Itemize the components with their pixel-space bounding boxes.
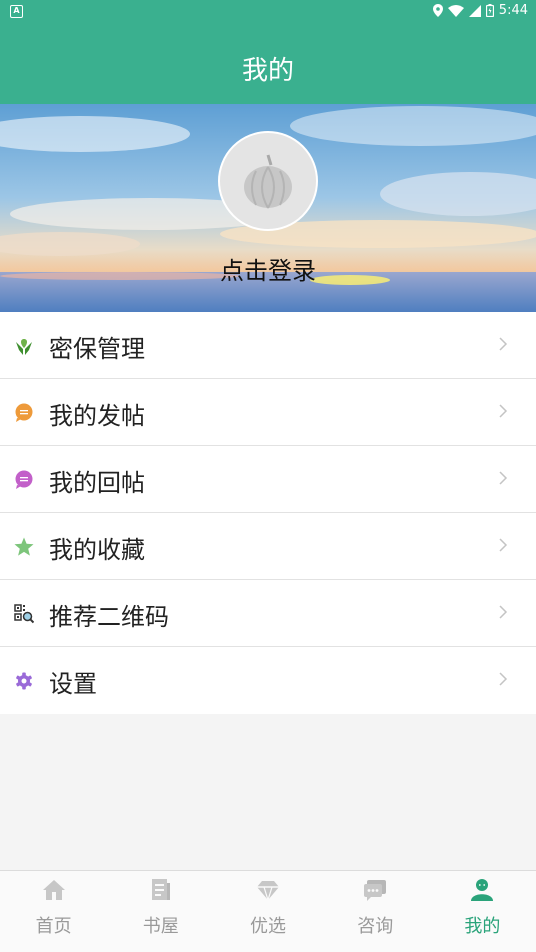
- status-bar: A 5:44: [0, 0, 536, 24]
- menu-item-label: 密保管理: [49, 335, 145, 363]
- star-icon: [14, 537, 34, 556]
- app-bar: 我的: [0, 24, 536, 104]
- menu-item-label: 我的发帖: [49, 402, 145, 430]
- menu-item-favorites[interactable]: 我的收藏: [0, 513, 536, 580]
- qrcode-icon: [14, 604, 34, 624]
- wifi-icon: [447, 4, 464, 17]
- chevron-right-icon: [499, 538, 508, 552]
- menu-item-my-posts[interactable]: 我的发帖: [0, 379, 536, 446]
- nav-label: 首页: [35, 916, 72, 937]
- nav-item-mine[interactable]: 我的: [429, 871, 536, 952]
- chat-icon: [364, 880, 387, 901]
- reply-bubble-icon: [15, 470, 33, 489]
- bottom-nav: 首页 书屋 优选 咨询 我的: [0, 870, 536, 952]
- menu-list: 密保管理 我的发帖 我的回帖 我的收藏 推荐二维码 设置: [0, 312, 536, 714]
- security-hands-icon: [16, 339, 32, 355]
- nav-label: 我的: [464, 916, 501, 937]
- chevron-right-icon: [499, 404, 508, 418]
- nav-item-home[interactable]: 首页: [0, 871, 107, 952]
- clock: 5:44: [498, 3, 528, 18]
- nav-label: 咨询: [357, 916, 394, 937]
- gear-icon: [16, 672, 32, 690]
- nav-item-featured[interactable]: 优选: [214, 871, 321, 952]
- chevron-right-icon: [499, 337, 508, 351]
- menu-item-label: 我的回帖: [49, 469, 145, 497]
- person-icon: [471, 879, 494, 901]
- notification-a-icon: A: [10, 5, 23, 18]
- menu-item-label: 设置: [49, 670, 97, 698]
- chevron-right-icon: [499, 605, 508, 619]
- nav-label: 书屋: [142, 916, 179, 937]
- nav-label: 优选: [250, 916, 286, 937]
- menu-item-security[interactable]: 密保管理: [0, 312, 536, 379]
- menu-item-label: 我的收藏: [49, 536, 145, 564]
- signal-icon: [468, 4, 481, 17]
- page-title: 我的: [241, 56, 294, 86]
- menu-item-qrcode[interactable]: 推荐二维码: [0, 580, 536, 647]
- home-icon: [42, 880, 65, 900]
- pumpkin-icon: [244, 154, 292, 209]
- profile-banner[interactable]: 点击登录: [0, 104, 536, 312]
- nav-item-bookhouse[interactable]: 书屋: [107, 871, 214, 952]
- diamond-icon: [257, 881, 279, 902]
- battery-icon: [485, 4, 494, 17]
- nav-item-consult[interactable]: 咨询: [322, 871, 429, 952]
- login-link[interactable]: 点击登录: [0, 251, 536, 286]
- location-icon: [432, 4, 443, 17]
- chevron-right-icon: [499, 672, 508, 686]
- menu-item-label: 推荐二维码: [49, 603, 169, 631]
- book-icon: [151, 879, 170, 900]
- post-bubble-icon: [15, 403, 33, 422]
- avatar[interactable]: [218, 131, 318, 231]
- menu-item-settings[interactable]: 设置: [0, 647, 536, 714]
- menu-item-my-replies[interactable]: 我的回帖: [0, 446, 536, 513]
- chevron-right-icon: [499, 471, 508, 485]
